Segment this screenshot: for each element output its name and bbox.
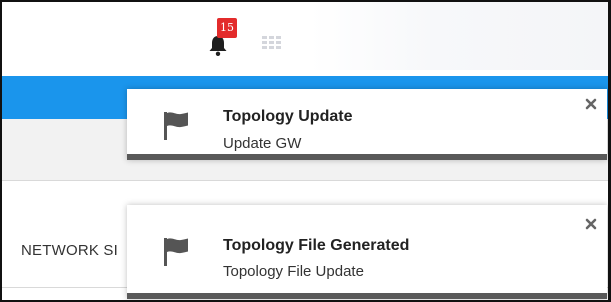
notification-toast[interactable]: Topology Update Update GW bbox=[127, 89, 607, 160]
divider bbox=[0, 180, 611, 181]
table-column-header[interactable]: NETWORK SI bbox=[21, 242, 118, 259]
close-icon[interactable] bbox=[584, 97, 598, 111]
flag-icon bbox=[164, 112, 188, 140]
notification-toast[interactable]: Topology File Generated Topology File Up… bbox=[127, 205, 607, 299]
notifications-button[interactable]: 15 bbox=[205, 18, 245, 68]
top-bar-right-panel bbox=[310, 0, 611, 70]
notification-message: Topology File Update bbox=[223, 263, 364, 280]
bell-icon bbox=[209, 36, 227, 56]
notification-count-badge: 15 bbox=[217, 18, 237, 38]
grid-icon[interactable] bbox=[262, 36, 282, 50]
notification-title: Topology File Generated bbox=[223, 237, 410, 254]
notification-title: Topology Update bbox=[223, 108, 353, 125]
flag-icon bbox=[164, 238, 188, 266]
notification-message: Update GW bbox=[223, 135, 302, 152]
close-icon[interactable] bbox=[584, 217, 598, 231]
top-bar: 15 bbox=[0, 0, 611, 76]
